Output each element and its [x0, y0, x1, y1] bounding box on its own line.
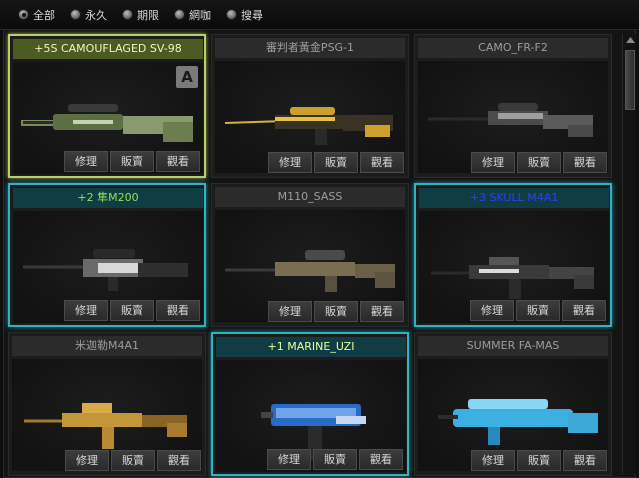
item-card[interactable]: +3 SKULL M4A1 修理 販賣 觀看 — [414, 183, 612, 327]
view-button[interactable]: 觀看 — [563, 152, 607, 173]
scroll-up-arrow-icon[interactable] — [624, 34, 636, 46]
item-actions: 修理 販賣 觀看 — [268, 152, 404, 173]
item-actions: 修理 販賣 觀看 — [268, 301, 404, 322]
item-card[interactable]: 審判者黃金PSG-1 修理 販賣 觀看 — [211, 34, 409, 178]
view-button[interactable]: 觀看 — [360, 152, 404, 173]
radio-icon — [122, 9, 133, 20]
radio-icon — [18, 9, 29, 20]
filter-limited-radio[interactable]: 期限 — [122, 7, 159, 23]
item-actions: 修理 販賣 觀看 — [470, 300, 606, 321]
item-name: +2 隼M200 — [13, 188, 203, 208]
repair-button[interactable]: 修理 — [471, 152, 515, 173]
filter-label: 期限 — [137, 8, 159, 22]
filter-label: 搜尋 — [241, 8, 263, 22]
repair-button[interactable]: 修理 — [470, 300, 514, 321]
item-actions: 修理 販賣 觀看 — [65, 450, 201, 471]
repair-button[interactable]: 修理 — [64, 300, 108, 321]
item-card[interactable]: CAMO_FR-F2 修理 販賣 觀看 — [414, 34, 612, 178]
sell-button[interactable]: 販賣 — [110, 151, 154, 172]
filter-bar: 全部 永久 期限 網咖 搜尋 — [0, 0, 639, 30]
view-button[interactable]: 觀看 — [563, 450, 607, 471]
filter-all-radio[interactable]: 全部 — [18, 7, 55, 23]
item-name: +5S CAMOUFLAGED SV-98 — [13, 39, 203, 59]
scrollbar[interactable] — [622, 34, 636, 474]
filter-label: 網咖 — [189, 8, 211, 22]
item-name: M110_SASS — [215, 187, 405, 207]
view-button[interactable]: 觀看 — [156, 151, 200, 172]
filter-label: 全部 — [33, 8, 55, 22]
radio-icon — [226, 9, 237, 20]
item-name: CAMO_FR-F2 — [418, 38, 608, 58]
item-card[interactable]: +2 隼M200 修理 販賣 觀看 — [8, 183, 206, 327]
sell-button[interactable]: 販賣 — [314, 301, 358, 322]
repair-button[interactable]: 修理 — [268, 152, 312, 173]
radio-icon — [174, 9, 185, 20]
item-name: SUMMER FA-MAS — [418, 336, 608, 356]
repair-button[interactable]: 修理 — [65, 450, 109, 471]
repair-button[interactable]: 修理 — [267, 449, 311, 470]
sell-button[interactable]: 販賣 — [517, 450, 561, 471]
item-name: 米迦勒M4A1 — [12, 336, 202, 356]
sell-button[interactable]: 販賣 — [516, 300, 560, 321]
item-card[interactable]: M110_SASS 修理 販賣 觀看 — [211, 183, 409, 327]
repair-button[interactable]: 修理 — [471, 450, 515, 471]
sell-button[interactable]: 販賣 — [111, 450, 155, 471]
item-card[interactable]: SUMMER FA-MAS 修理 販賣 觀看 — [414, 332, 612, 476]
view-button[interactable]: 觀看 — [359, 449, 403, 470]
filter-search-radio[interactable]: 搜尋 — [226, 7, 263, 23]
filter-label: 永久 — [85, 8, 107, 22]
repair-button[interactable]: 修理 — [268, 301, 312, 322]
item-actions: 修理 販賣 觀看 — [471, 450, 607, 471]
item-actions: 修理 販賣 觀看 — [471, 152, 607, 173]
view-button[interactable]: 觀看 — [157, 450, 201, 471]
item-card[interactable]: 米迦勒M4A1 修理 販賣 觀看 — [8, 332, 206, 476]
view-button[interactable]: 觀看 — [360, 301, 404, 322]
item-name: +3 SKULL M4A1 — [419, 188, 609, 208]
grade-badge: A — [176, 66, 198, 88]
filter-permanent-radio[interactable]: 永久 — [70, 7, 107, 23]
item-actions: 修理 販賣 觀看 — [267, 449, 403, 470]
sell-button[interactable]: 販賣 — [517, 152, 561, 173]
item-name: +1 MARINE_UZI — [216, 337, 406, 357]
scroll-thumb[interactable] — [625, 50, 635, 110]
radio-icon — [70, 9, 81, 20]
sell-button[interactable]: 販賣 — [313, 449, 357, 470]
item-actions: 修理 販賣 觀看 — [64, 300, 200, 321]
item-name: 審判者黃金PSG-1 — [215, 38, 405, 58]
item-card[interactable]: +1 MARINE_UZI 修理 販賣 觀看 — [211, 332, 409, 476]
item-actions: 修理 販賣 觀看 — [64, 151, 200, 172]
filter-netcafe-radio[interactable]: 網咖 — [174, 7, 211, 23]
repair-button[interactable]: 修理 — [64, 151, 108, 172]
sell-button[interactable]: 販賣 — [110, 300, 154, 321]
view-button[interactable]: 觀看 — [156, 300, 200, 321]
item-card[interactable]: +5S CAMOUFLAGED SV-98 A 修理 販賣 觀看 — [8, 34, 206, 178]
sell-button[interactable]: 販賣 — [314, 152, 358, 173]
view-button[interactable]: 觀看 — [562, 300, 606, 321]
